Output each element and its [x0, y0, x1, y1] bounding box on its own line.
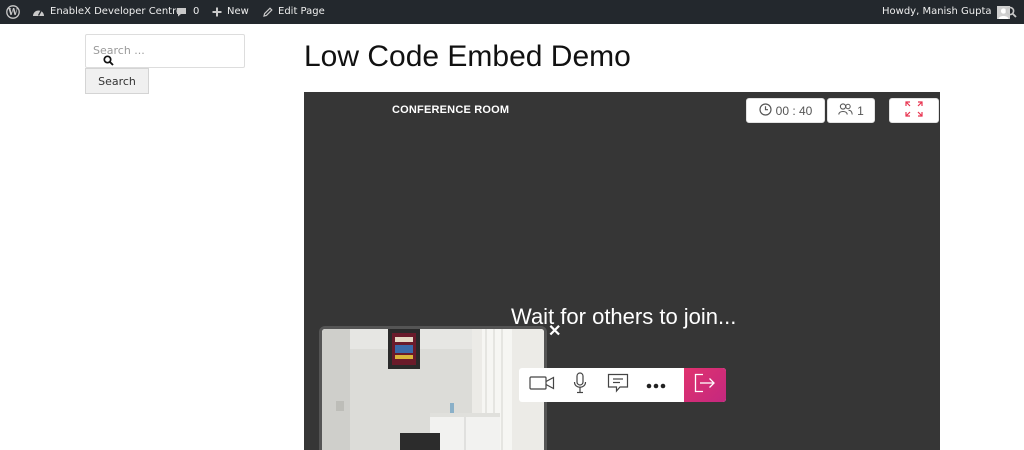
timer-value: 00 : 40 [775, 103, 813, 118]
dashboard-icon [32, 7, 45, 18]
page-title: Low Code Embed Demo [304, 40, 631, 73]
microphone-icon [573, 371, 587, 399]
more-options-button[interactable] [637, 368, 675, 402]
search-placeholder: Search ... [93, 44, 145, 57]
my-account-link[interactable]: Howdy, Manish Gupta [882, 0, 1010, 24]
camera-feed-image [322, 329, 544, 450]
conference-room: CONFERENCE ROOM 00 : 40 1 Wait for other… [304, 92, 940, 450]
svg-text:W: W [7, 8, 19, 18]
fullscreen-button[interactable] [889, 98, 939, 123]
search-button[interactable]: Search [85, 68, 149, 94]
call-controls-toolbar [519, 368, 726, 402]
expand-icon [904, 100, 924, 121]
clock-icon [759, 102, 772, 119]
admin-bar: W EnableX Developer Centre 0 New Edit Pa… [0, 0, 1024, 24]
pencil-icon [262, 6, 273, 18]
admin-search-icon[interactable] [1005, 0, 1017, 24]
new-label: New [227, 6, 249, 17]
comment-icon [176, 7, 187, 17]
new-content-link[interactable]: New [212, 0, 249, 24]
video-toggle-button[interactable] [523, 368, 561, 402]
comments-count: 0 [193, 6, 200, 17]
more-icon [646, 376, 666, 394]
leave-call-button[interactable] [684, 368, 726, 402]
comments-link[interactable]: 0 [176, 0, 199, 24]
mic-toggle-button[interactable] [561, 368, 599, 402]
howdy-text: Howdy, Manish Gupta [882, 6, 992, 17]
wait-message: Wait for others to join... [511, 304, 737, 329]
leave-icon [694, 373, 716, 398]
plus-icon [212, 7, 222, 17]
close-self-view-icon[interactable]: ✕ [548, 324, 561, 340]
video-camera-icon [529, 375, 555, 396]
call-timer: 00 : 40 [746, 98, 825, 123]
users-icon [838, 103, 853, 118]
chat-button[interactable] [599, 368, 637, 402]
self-video [319, 326, 547, 450]
chat-icon [607, 373, 629, 398]
wordpress-logo-icon[interactable]: W [6, 0, 20, 24]
site-name: EnableX Developer Centre [50, 6, 183, 17]
edit-page-label: Edit Page [278, 6, 325, 17]
participants-count: 1 [857, 103, 864, 118]
participants-button[interactable]: 1 [827, 98, 875, 123]
edit-page-link[interactable]: Edit Page [262, 0, 325, 24]
search-input[interactable]: Search ... [85, 34, 245, 68]
room-name: CONFERENCE ROOM [392, 104, 510, 116]
site-name-link[interactable]: EnableX Developer Centre [32, 0, 182, 24]
